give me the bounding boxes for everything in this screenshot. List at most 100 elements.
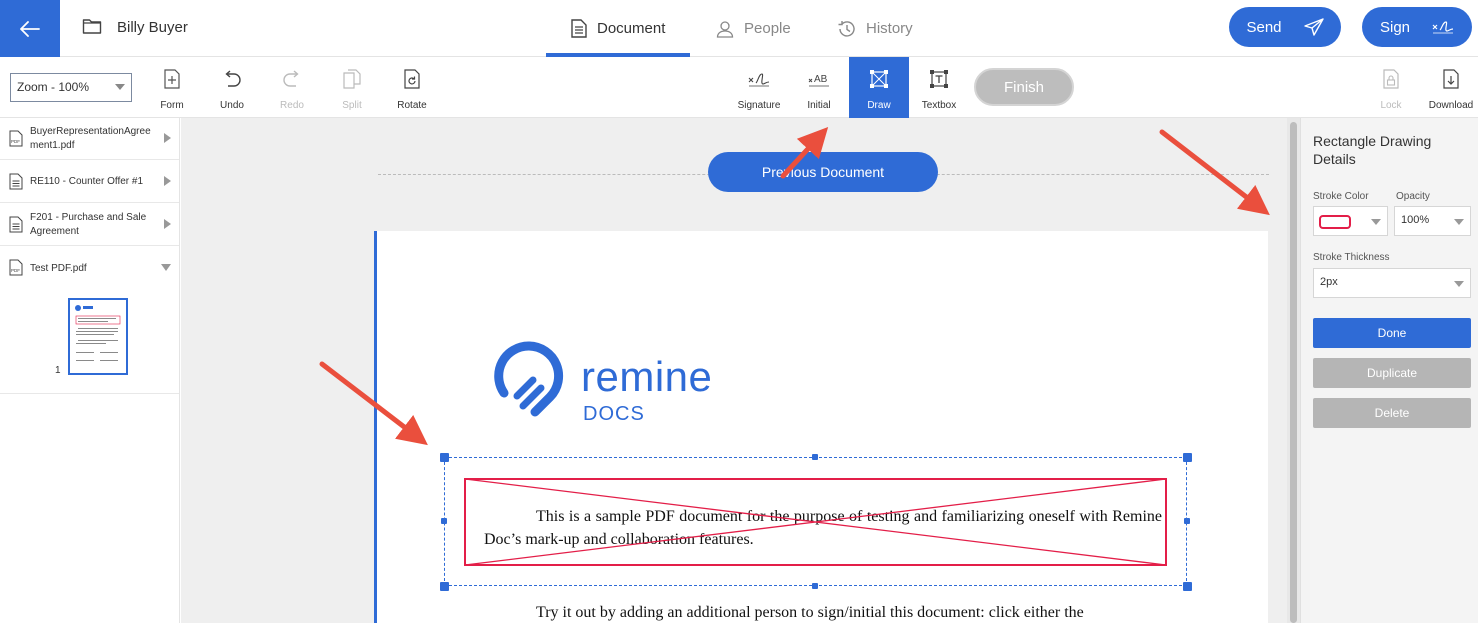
form-tool-label: Form xyxy=(160,100,184,111)
panel-title: Rectangle Drawing Details xyxy=(1313,133,1432,167)
textbox-tool-label: Textbox xyxy=(921,100,957,111)
stroke-thickness-select[interactable]: 2px xyxy=(1313,268,1471,298)
tab-document-label: Document xyxy=(597,20,666,37)
stroke-thickness-value: 2px xyxy=(1320,276,1338,288)
file-name: Test PDF.pdf xyxy=(30,263,87,274)
opacity-label: Opacity xyxy=(1396,191,1430,202)
textbox-icon xyxy=(930,70,948,88)
arrow-left-icon xyxy=(20,20,40,37)
file-name: RE110 - Counter Offer #1 xyxy=(30,176,144,187)
tab-history[interactable]: History xyxy=(837,0,913,57)
lock-button[interactable]: Lock xyxy=(1361,57,1421,118)
page-number: 1 xyxy=(55,365,61,376)
stroke-color-select[interactable] xyxy=(1313,206,1388,236)
top-bar: Billy Buyer Document People History Send… xyxy=(0,0,1478,57)
file-item[interactable]: RE110 - Counter Offer #1 xyxy=(0,160,179,203)
done-button[interactable]: Done xyxy=(1313,318,1471,348)
split-button[interactable]: Split xyxy=(322,57,382,118)
folder-icon xyxy=(82,19,102,34)
file-name: BuyerRepresentationAgree ment1.pdf xyxy=(30,126,151,151)
tab-history-label: History xyxy=(866,20,913,37)
document-sidebar: PDF BuyerRepresentationAgree ment1.pdf RE… xyxy=(0,118,180,623)
person-icon xyxy=(716,20,734,38)
svg-text:PDF: PDF xyxy=(11,139,20,144)
initial-tool-button[interactable]: AB Initial xyxy=(789,57,849,118)
redo-label: Redo xyxy=(280,100,304,111)
history-icon xyxy=(838,20,855,37)
signature-tool-label: Signature xyxy=(737,100,781,111)
resize-handle[interactable] xyxy=(1183,453,1192,462)
page-thumbnail[interactable] xyxy=(68,298,128,375)
toolbar: Zoom - 100% Form Undo Redo Split Rotate … xyxy=(0,57,1478,118)
signature-tool-button[interactable]: Signature xyxy=(729,57,789,118)
split-label: Split xyxy=(342,100,362,111)
file-item[interactable]: F201 - Purchase and Sale Agreement xyxy=(0,203,179,246)
download-icon xyxy=(1443,69,1459,89)
resize-handle[interactable] xyxy=(440,582,449,591)
chevron-right-icon[interactable] xyxy=(164,176,171,186)
resize-handle[interactable] xyxy=(440,453,449,462)
form-add-icon xyxy=(164,69,180,89)
finish-button[interactable]: Finish xyxy=(974,68,1074,106)
opacity-select[interactable]: 100% xyxy=(1394,206,1471,236)
resize-handle[interactable] xyxy=(1183,582,1192,591)
resize-handle[interactable] xyxy=(812,583,818,589)
split-icon xyxy=(343,69,361,89)
redo-button[interactable]: Redo xyxy=(262,57,322,118)
chevron-right-icon[interactable] xyxy=(164,133,171,143)
back-button[interactable] xyxy=(0,0,60,57)
signature-tool-icon xyxy=(748,73,770,87)
app: Billy Buyer Document People History Send… xyxy=(0,0,1478,623)
chevron-down-icon[interactable] xyxy=(161,264,171,271)
rotate-icon xyxy=(404,69,420,89)
lock-icon xyxy=(1383,69,1399,89)
draw-tool-button[interactable]: Draw xyxy=(849,57,909,118)
previous-document-button[interactable]: Previous Document xyxy=(708,152,938,192)
document-canvas[interactable]: Previous Document remine DOCS This is a … xyxy=(181,118,1287,623)
chevron-right-icon[interactable] xyxy=(164,219,171,229)
resize-handle[interactable] xyxy=(1184,518,1190,524)
document-paragraph: Try it out by adding an additional perso… xyxy=(536,604,1084,621)
document-icon xyxy=(571,19,587,38)
pdf-page[interactable]: remine DOCS This is a sample PDF documen… xyxy=(374,231,1268,623)
resize-handle[interactable] xyxy=(441,518,447,524)
sign-button[interactable]: Sign xyxy=(1362,7,1472,47)
duplicate-button[interactable]: Duplicate xyxy=(1313,358,1471,388)
send-label: Send xyxy=(1246,18,1282,36)
pdf-file-icon: PDF xyxy=(9,130,23,147)
rotate-label: Rotate xyxy=(397,100,427,111)
svg-text:PDF: PDF xyxy=(11,268,20,273)
form-tool-button[interactable]: Form xyxy=(142,57,202,118)
lock-label: Lock xyxy=(1380,100,1402,111)
file-item[interactable]: PDF BuyerRepresentationAgree ment1.pdf xyxy=(0,118,179,160)
file-item-expanded[interactable]: PDF Test PDF.pdf 1 xyxy=(0,246,179,394)
logo-wordmark: remine xyxy=(581,353,713,400)
textbox-tool-button[interactable]: Textbox xyxy=(909,57,969,118)
document-file-icon xyxy=(9,173,23,190)
download-button[interactable]: Download xyxy=(1421,57,1478,118)
zoom-select[interactable]: Zoom - 100% xyxy=(10,73,132,102)
chevron-down-icon xyxy=(1454,219,1464,225)
tab-people-label: People xyxy=(744,20,791,37)
rectangle-drawing[interactable] xyxy=(464,478,1167,566)
pdf-file-icon: PDF xyxy=(9,259,23,276)
send-button[interactable]: Send xyxy=(1229,7,1341,47)
tab-people[interactable]: People xyxy=(716,0,791,57)
drawing-details-panel: Rectangle Drawing Details Stroke Color O… xyxy=(1300,118,1478,623)
file-name: F201 - Purchase and Sale Agreement xyxy=(30,212,147,237)
stroke-color-label: Stroke Color xyxy=(1313,191,1369,202)
logo-subtitle: DOCS xyxy=(583,403,645,425)
resize-handle[interactable] xyxy=(812,454,818,460)
scrollbar-thumb[interactable] xyxy=(1290,122,1297,623)
deal-title: Billy Buyer xyxy=(117,19,188,36)
undo-label: Undo xyxy=(220,100,244,111)
redo-icon xyxy=(283,70,299,87)
rotate-button[interactable]: Rotate xyxy=(382,57,442,118)
chevron-down-icon xyxy=(1454,281,1464,287)
undo-button[interactable]: Undo xyxy=(202,57,262,118)
zoom-value: Zoom - 100% xyxy=(17,80,90,94)
delete-button[interactable]: Delete xyxy=(1313,398,1471,428)
tab-document[interactable]: Document xyxy=(546,0,690,57)
vertical-scrollbar[interactable] xyxy=(1287,118,1300,623)
download-label: Download xyxy=(1428,100,1474,111)
